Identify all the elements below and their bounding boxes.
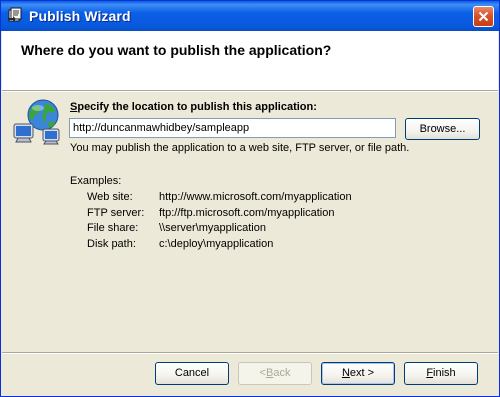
next-button-label: Next >	[342, 363, 374, 384]
example-value: ftp://ftp.microsoft.com/myapplication	[159, 207, 335, 219]
window-title: Publish Wizard	[29, 8, 131, 24]
back-button-label: < Back	[260, 363, 291, 384]
example-label: File share:	[87, 222, 139, 234]
example-value: http://www.microsoft.com/myapplication	[159, 191, 352, 203]
next-label-mnemonic: N	[341, 367, 350, 379]
example-value: \\server\myapplication	[159, 222, 266, 234]
next-button[interactable]: Next >	[321, 362, 395, 385]
browse-button-label: Browse...	[419, 123, 466, 135]
wizard-header: Where do you want to publish the applica…	[2, 31, 498, 90]
title-bar[interactable]: Publish Wizard	[1, 1, 499, 31]
location-label: Specify the location to publish this app…	[70, 101, 317, 113]
close-icon	[478, 11, 489, 22]
example-value: c:\deploy\myapplication	[159, 238, 274, 250]
finish-button[interactable]: Finish	[404, 362, 478, 385]
example-label: Disk path:	[87, 238, 136, 250]
back-label-mnemonic: B	[265, 367, 274, 379]
location-label-text: pecify the location to publish this appl…	[77, 101, 317, 113]
example-label: FTP server:	[87, 207, 145, 219]
back-label-rest: ack	[273, 367, 291, 379]
finish-label-mnemonic: F	[426, 367, 434, 379]
back-button[interactable]: < Back	[238, 362, 312, 385]
globe-computers-icon	[13, 99, 60, 145]
publish-wizard-icon	[8, 7, 22, 22]
examples-heading: Examples:	[70, 175, 122, 187]
browse-button[interactable]: Browse...	[405, 118, 480, 140]
cancel-button[interactable]: Cancel	[155, 362, 229, 385]
location-help-text: You may publish the application to a web…	[70, 142, 410, 154]
finish-label-rest: inish	[433, 367, 456, 379]
cancel-button-label: Cancel	[174, 367, 210, 379]
example-label: Web site:	[87, 191, 133, 203]
next-label-rest: ext >	[349, 367, 375, 379]
page-title: Where do you want to publish the applica…	[21, 42, 332, 58]
close-button[interactable]	[473, 6, 494, 27]
header-divider-highlight	[2, 91, 498, 92]
footer-divider-highlight	[2, 353, 498, 354]
location-input[interactable]: http://duncanmawhidbey/sampleapp	[69, 118, 396, 138]
publish-wizard-window: Publish Wizard Where do you want to publ…	[0, 0, 500, 397]
finish-button-label: Finish	[426, 363, 455, 384]
